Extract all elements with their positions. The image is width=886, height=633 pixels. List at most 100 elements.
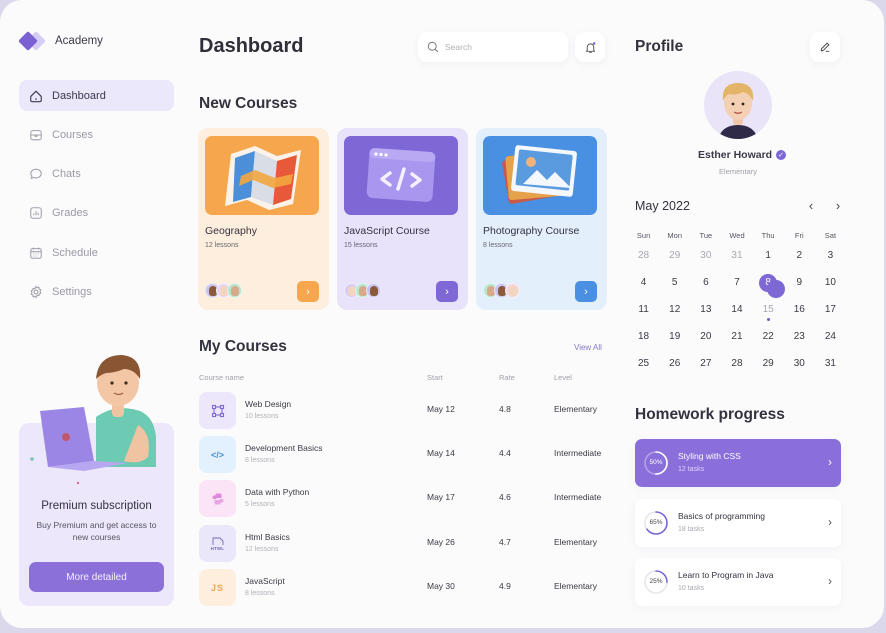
table-row[interactable]: HTML Html Basics 12 lessons May 26 4.7 E… — [199, 525, 619, 563]
folded-map-icon — [225, 146, 301, 210]
day-number: 26 — [669, 358, 681, 369]
calendar-day[interactable]: 29 — [659, 250, 690, 261]
calendar-day[interactable]: 2 — [784, 250, 815, 261]
calendar-day[interactable]: 25 — [628, 358, 659, 369]
day-number: 25 — [638, 358, 650, 369]
search-box[interactable] — [418, 32, 568, 62]
calendar-day[interactable]: 3 — [815, 250, 846, 261]
search-input[interactable] — [445, 42, 555, 52]
course-name: Development Basics — [245, 443, 323, 453]
vector-frame-icon — [199, 392, 236, 429]
calendar-prev-button[interactable]: ‹ — [803, 196, 819, 214]
homework-item[interactable]: 25% Learn to Program in Java 10 tasks › — [635, 558, 841, 606]
course-card-photography[interactable]: Photography Course 8 lessons › — [476, 128, 607, 310]
view-all-link[interactable]: View All — [574, 343, 602, 352]
calendar-day[interactable]: 7 — [721, 277, 752, 288]
day-number: 18 — [638, 331, 650, 342]
calendar-day[interactable]: 17 — [815, 304, 846, 315]
calendar-day[interactable]: 12 — [659, 304, 690, 315]
sidebar-item-schedule[interactable]: Schedule — [19, 237, 174, 268]
more-detailed-button[interactable]: More detailed — [29, 562, 164, 592]
gear-icon — [29, 285, 43, 299]
edit-profile-button[interactable] — [810, 32, 840, 62]
calendar-day[interactable]: 23 — [784, 331, 815, 342]
day-number: 4 — [640, 277, 647, 288]
calendar-day[interactable]: 26 — [659, 358, 690, 369]
calendar-day[interactable]: 9 — [784, 277, 815, 288]
homework-tasks: 18 tasks — [678, 526, 705, 533]
homework-item[interactable]: 65% Basics of programming 18 tasks › — [635, 499, 841, 547]
calendar-day[interactable]: 24 — [815, 331, 846, 342]
sidebar-item-chats[interactable]: Chats — [19, 159, 174, 190]
course-start: May 12 — [427, 404, 455, 414]
sidebar-item-courses[interactable]: Courses — [19, 119, 174, 150]
calendar-day[interactable]: 10 — [815, 277, 846, 288]
course-title: Geography — [205, 225, 257, 237]
calendar-day[interactable]: 30 — [690, 250, 721, 261]
sidebar-item-dashboard[interactable]: Dashboard — [19, 80, 174, 111]
calendar-day[interactable]: 20 — [690, 331, 721, 342]
sidebar-item-grades[interactable]: Grades — [19, 198, 174, 229]
calendar-day[interactable]: 11 — [628, 304, 659, 315]
chat-bubble-icon — [29, 167, 43, 181]
course-level: Elementary — [554, 404, 597, 414]
calendar-next-button[interactable]: › — [830, 196, 846, 214]
calendar-month-label: May 2022 — [635, 199, 690, 213]
student-laptop-illustration — [30, 355, 156, 485]
sidebar-item-settings[interactable]: Settings — [19, 276, 174, 307]
enrolled-avatars — [344, 283, 381, 298]
calendar-day[interactable]: 30 — [784, 358, 815, 369]
calendar-day[interactable]: 6 — [690, 277, 721, 288]
chevron-right-icon: › — [828, 455, 832, 469]
python-icon — [199, 480, 236, 517]
calendar-day[interactable]: 15 — [753, 304, 784, 321]
calendar-day[interactable]: 18 — [628, 331, 659, 342]
search-icon — [427, 41, 439, 53]
chevron-right-icon: › — [445, 285, 449, 298]
calendar-day[interactable]: 31 — [815, 358, 846, 369]
calendar-day[interactable]: 22 — [753, 331, 784, 342]
course-lessons: 12 lessons — [245, 546, 279, 553]
calendar-grid: Sun Mon Tue Wed Thu Fri Sat 28 29 30 31 1 2 3 4 5 6 7 8 9 10… — [628, 228, 846, 377]
calendar-day[interactable]: 29 — [753, 358, 784, 369]
profile-avatar[interactable] — [704, 71, 772, 139]
app-logo[interactable]: Academy — [18, 30, 103, 52]
course-card-geography[interactable]: Geography 12 lessons › — [198, 128, 329, 310]
day-number: 31 — [824, 358, 836, 369]
calendar-day[interactable]: 21 — [721, 331, 752, 342]
course-card-javascript[interactable]: JavaScript Course 15 lessons › — [337, 128, 468, 310]
calendar-day[interactable]: 27 — [690, 358, 721, 369]
open-course-button[interactable]: › — [297, 281, 319, 302]
calendar-day[interactable]: 13 — [690, 304, 721, 315]
homework-item[interactable]: 50% Styling with CSS 12 tasks › — [635, 439, 841, 487]
open-course-button[interactable]: › — [436, 281, 458, 302]
calendar-day[interactable]: 4 — [628, 277, 659, 288]
table-row[interactable]: JS JavaScript 8 lessons May 30 4.9 Eleme… — [199, 569, 619, 607]
calendar-day[interactable]: 8 — [753, 273, 785, 298]
course-level: Elementary — [554, 581, 597, 591]
calendar-day[interactable]: 1 — [753, 250, 784, 261]
sidebar-item-label: Dashboard — [52, 89, 106, 102]
progress-percent: 25% — [649, 578, 663, 585]
calendar-day[interactable]: 31 — [721, 250, 752, 261]
calendar-day[interactable]: 28 — [721, 358, 752, 369]
weekday-label: Sat — [824, 230, 837, 240]
course-thumbnail — [344, 136, 458, 215]
table-row[interactable]: Data with Python 5 lessons May 17 4.6 In… — [199, 480, 619, 518]
course-name: JavaScript — [245, 576, 285, 586]
calendar-day[interactable]: 28 — [628, 250, 659, 261]
course-level: Elementary — [554, 537, 597, 547]
calendar-day[interactable]: 16 — [784, 304, 815, 315]
column-header-start: Start — [427, 373, 443, 382]
day-number: 6 — [703, 277, 709, 288]
table-row[interactable]: </> Development Basics 8 lessons May 14 … — [199, 436, 619, 474]
notifications-button[interactable] — [575, 32, 605, 62]
calendar-day[interactable]: 14 — [721, 304, 752, 315]
day-number: 12 — [669, 304, 681, 315]
calendar-day[interactable]: 19 — [659, 331, 690, 342]
open-course-button[interactable]: › — [575, 281, 597, 302]
table-row[interactable]: Web Design 10 lessons May 12 4.8 Element… — [199, 392, 619, 430]
calendar-day[interactable]: 5 — [659, 277, 690, 288]
course-level: Intermediate — [554, 492, 602, 502]
calendar-week-row: 18 19 20 21 22 23 24 — [628, 323, 846, 350]
